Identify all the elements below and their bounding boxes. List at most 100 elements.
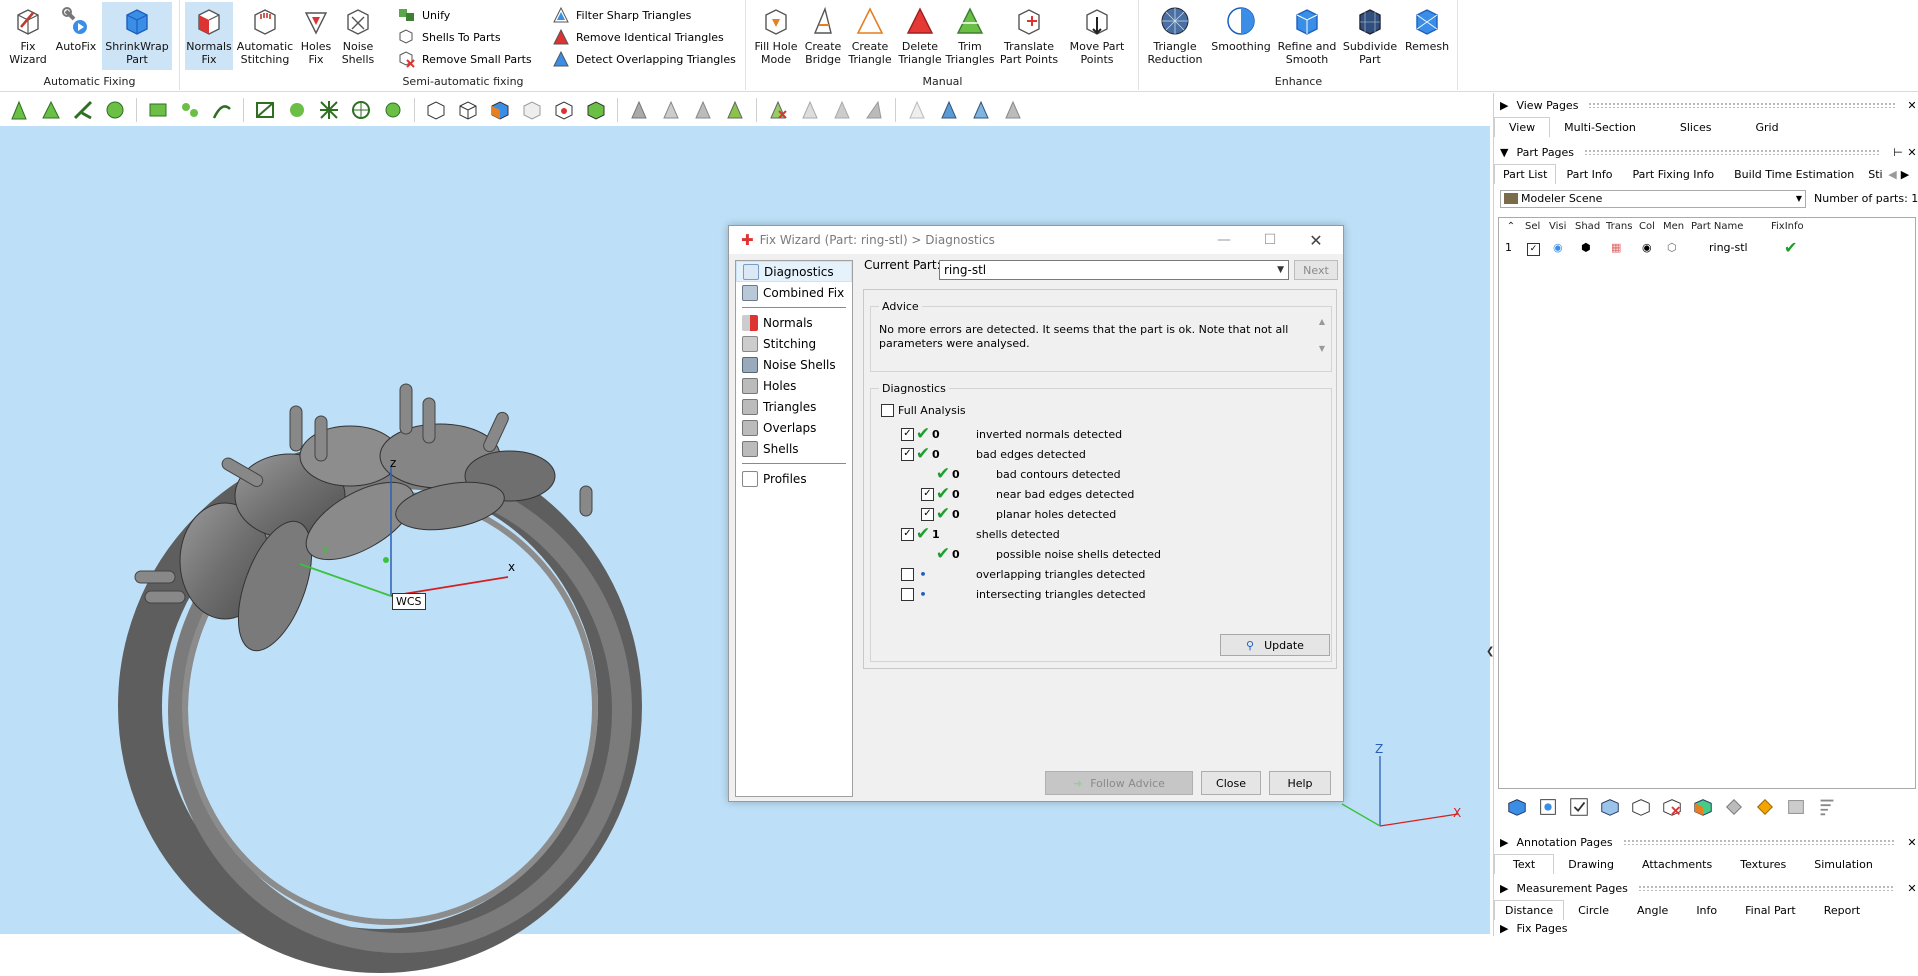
tab-attachments[interactable]: Attachments <box>1628 854 1726 874</box>
nav-holes[interactable]: Holes <box>736 375 852 396</box>
minimize-icon[interactable]: — <box>1201 226 1247 254</box>
nav-overlaps[interactable]: Overlaps <box>736 417 852 438</box>
shrinkwrap-part-button[interactable]: ShrinkWrap Part <box>102 2 172 70</box>
trim-triangles-button[interactable]: Trim Triangles <box>946 2 994 70</box>
automatic-stitching-button[interactable]: Automatic Stitching <box>237 2 293 70</box>
nav-profiles[interactable]: Profiles <box>736 468 852 489</box>
tab-angle[interactable]: Angle <box>1623 900 1682 920</box>
add-part-icon[interactable] <box>1504 794 1530 820</box>
tab-part-info[interactable]: Part Info <box>1556 164 1622 184</box>
part-pages-header[interactable]: ▼ Part Pages ⊢ ✕ <box>1494 142 1918 162</box>
select-checkbox[interactable]: ✓ <box>1527 238 1540 258</box>
select-lasso-icon[interactable] <box>179 99 201 121</box>
triangle-tool-8-icon[interactable] <box>906 99 928 121</box>
fix-wizard-button[interactable]: Fix Wizard <box>6 2 50 70</box>
column-header-visi[interactable]: Visi <box>1549 218 1571 236</box>
triangle-tool-2-icon[interactable] <box>660 99 682 121</box>
tab-scroll-left-icon[interactable]: ◀ <box>1886 164 1898 184</box>
select-surface-icon[interactable] <box>254 99 276 121</box>
select-shell-icon[interactable] <box>286 99 308 121</box>
update-button[interactable]: ⚲ Update <box>1220 634 1330 656</box>
tab-build-time-estimation[interactable]: Build Time Estimation <box>1724 164 1864 184</box>
drag-grip[interactable] <box>1584 149 1881 155</box>
triangle-tool-5-icon[interactable] <box>799 99 821 121</box>
refine-and-smooth-button[interactable]: Refine and Smooth <box>1276 2 1338 70</box>
eye-icon[interactable]: ◉ <box>1553 238 1563 258</box>
triangle-tool-4-icon[interactable] <box>724 99 746 121</box>
checkbox[interactable]: ✓ <box>921 487 934 501</box>
column-header-shad[interactable]: Shad <box>1575 218 1603 236</box>
mesh-icon[interactable]: ⬡ <box>1667 238 1677 258</box>
part-wire-icon[interactable] <box>521 99 543 121</box>
measurement-pages-header[interactable]: ▶ Measurement Pages ✕ <box>1494 878 1918 898</box>
part-green-icon[interactable] <box>585 99 607 121</box>
color-dot-icon[interactable]: ◉ <box>1642 238 1652 258</box>
select-marked-icon[interactable] <box>382 99 404 121</box>
tab-final-part[interactable]: Final Part <box>1731 900 1810 920</box>
holes-fix-button[interactable]: Holes Fix <box>297 2 335 70</box>
advice-scrollbar[interactable]: ▲ ▼ <box>1315 317 1329 365</box>
tab-sti[interactable]: Sti <box>1864 164 1886 184</box>
close-icon[interactable]: ✕ <box>1293 226 1339 254</box>
unify-button[interactable]: Unify <box>397 4 532 26</box>
label-icon[interactable] <box>1721 794 1747 820</box>
detect-overlapping-triangles-button[interactable]: Detect Overlapping Triangles <box>551 48 736 70</box>
tab-report[interactable]: Report <box>1810 900 1874 920</box>
help-button[interactable]: Help <box>1269 771 1331 795</box>
column-header-col[interactable]: Col <box>1639 218 1659 236</box>
shells-to-parts-button[interactable]: Shells To Parts <box>397 26 532 48</box>
part-ungroup-icon[interactable] <box>1628 794 1654 820</box>
view-pages-header[interactable]: ▶ View Pages ✕ <box>1494 95 1918 115</box>
remove-small-parts-button[interactable]: Remove Small Parts <box>397 48 532 70</box>
nav-diagnostics[interactable]: Diagnostics <box>736 261 852 282</box>
close-icon[interactable]: ✕ <box>1905 836 1918 849</box>
tab-view[interactable]: View <box>1494 117 1551 137</box>
scene-select[interactable]: Modeler Scene ▼ <box>1500 190 1806 208</box>
part-color-icon[interactable] <box>1690 794 1716 820</box>
nav-noise-shells[interactable]: Noise Shells <box>736 354 852 375</box>
full-analysis-checkbox[interactable]: Full Analysis <box>881 401 966 419</box>
drag-grip[interactable] <box>1637 885 1895 891</box>
shading-cube-icon[interactable]: ⬢ <box>1581 238 1591 258</box>
select-brush-icon[interactable] <box>72 99 94 121</box>
nav-combined-fix[interactable]: Combined Fix <box>736 282 852 303</box>
tab-drawing[interactable]: Drawing <box>1554 854 1628 874</box>
select-all-icon[interactable] <box>1566 794 1592 820</box>
normals-fix-button[interactable]: Normals Fix <box>185 2 233 70</box>
triangle-tool-11-icon[interactable] <box>1002 99 1024 121</box>
noise-shells-button[interactable]: Noise Shells <box>339 2 377 70</box>
transparency-icon[interactable]: ▦ <box>1611 238 1621 258</box>
close-icon[interactable]: ✕ <box>1905 99 1918 112</box>
drag-grip[interactable] <box>1622 839 1895 845</box>
close-icon[interactable]: ✕ <box>1905 146 1918 159</box>
part-box-icon[interactable] <box>425 99 447 121</box>
select-triangle-icon[interactable] <box>40 99 62 121</box>
checkbox[interactable] <box>881 403 894 417</box>
sort-icon[interactable]: ⌃ <box>1501 218 1521 236</box>
visibility-toggle-icon[interactable] <box>1535 794 1561 820</box>
select-sphere-icon[interactable] <box>104 99 126 121</box>
remove-part-icon[interactable] <box>1659 794 1685 820</box>
checkbox[interactable]: ✓ <box>901 447 914 461</box>
tab-part-fixing-info[interactable]: Part Fixing Info <box>1622 164 1724 184</box>
tab-slices[interactable]: Slices <box>1650 117 1742 137</box>
column-header-men[interactable]: Men <box>1663 218 1687 236</box>
select-plane-icon[interactable] <box>318 99 340 121</box>
autofix-button[interactable]: AutoFix <box>54 2 98 70</box>
remesh-button[interactable]: Remesh <box>1402 2 1452 70</box>
select-arrow-icon[interactable] <box>8 99 30 121</box>
fix-pages-header[interactable]: ▶ Fix Pages <box>1494 922 1918 936</box>
close-icon[interactable]: ✕ <box>1905 882 1918 895</box>
stack-icon[interactable] <box>1783 794 1809 820</box>
triangle-delete-icon[interactable] <box>767 99 789 121</box>
filter-sharp-triangles-button[interactable]: Filter Sharp Triangles <box>551 4 736 26</box>
drag-grip[interactable] <box>1588 102 1895 108</box>
triangle-tool-7-icon[interactable] <box>863 99 885 121</box>
next-button[interactable]: Next <box>1294 260 1338 280</box>
checkbox[interactable]: ✓ <box>921 507 934 521</box>
nav-stitching[interactable]: Stitching <box>736 333 852 354</box>
tab-text[interactable]: Text <box>1494 854 1555 874</box>
translate-part-points-button[interactable]: Translate Part Points <box>997 2 1061 70</box>
triangle-reduction-button[interactable]: Triangle Reduction <box>1144 2 1206 70</box>
checkbox[interactable]: ✓ <box>901 427 914 441</box>
